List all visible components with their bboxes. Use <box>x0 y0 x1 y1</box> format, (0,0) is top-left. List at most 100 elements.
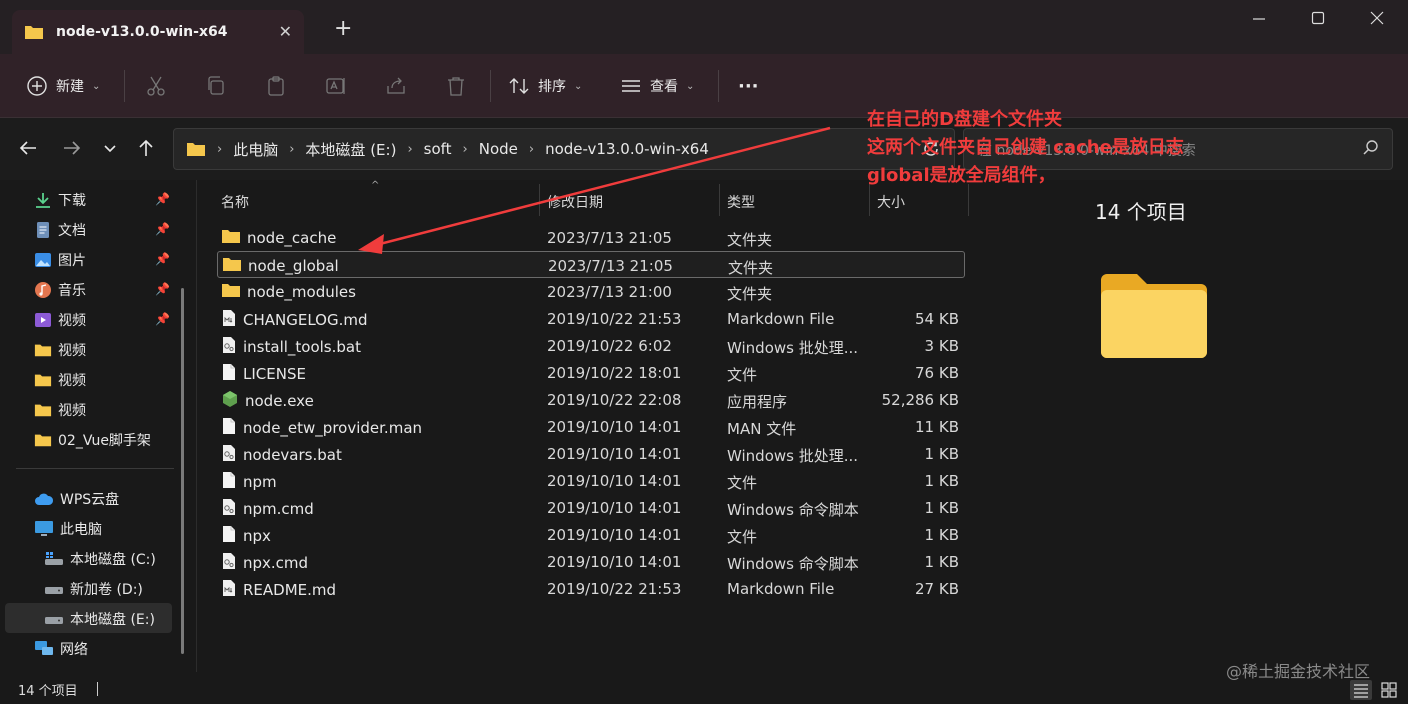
pin-icon[interactable]: 📌 <box>155 312 170 326</box>
more-button[interactable]: ··· <box>738 74 759 98</box>
column-header-type[interactable]: 类型 <box>727 192 755 212</box>
file-size: 1 KB <box>924 445 959 463</box>
file-name: node_cache <box>247 229 337 247</box>
rename-icon[interactable] <box>324 74 348 98</box>
file-name: npm.cmd <box>243 500 314 518</box>
sidebar-item-downloads[interactable]: 下载 <box>34 186 86 214</box>
minimize-icon <box>1253 18 1265 20</box>
chevron-right-icon: › <box>407 141 413 157</box>
annotation-line: global是放全局组件， <box>867 165 1056 186</box>
recent-chevron-icon[interactable] <box>102 138 118 158</box>
column-header-name[interactable]: 名称 <box>221 192 249 212</box>
sidebar-item-this-pc[interactable]: 此电脑 <box>34 515 102 543</box>
file-row-node-global[interactable]: node_global 2023/7/13 21:05 文件夹 <box>217 251 965 278</box>
sidebar-item-videos[interactable]: 视频 <box>34 306 86 334</box>
file-date: 2023/7/13 21:05 <box>548 257 673 275</box>
column-header-size[interactable]: 大小 <box>877 192 905 212</box>
folder-icon <box>25 26 43 39</box>
file-row-changelog-md[interactable]: CHANGELOG.md 2019/10/22 21:53 Markdown Fil… <box>217 305 965 332</box>
title-bar: node-v13.0.0-win-x64 ✕ + <box>0 0 1408 54</box>
separator <box>490 70 491 102</box>
sidebar-item-label: 视频 <box>58 313 86 329</box>
pin-icon[interactable]: 📌 <box>155 282 170 296</box>
minimize-button[interactable] <box>1244 10 1274 30</box>
sidebar-scrollbar[interactable] <box>181 288 184 654</box>
file-row-npm[interactable]: npm 2019/10/10 14:01 文件 1 KB <box>217 467 965 494</box>
file-row-npm-cmd[interactable]: npm.cmd 2019/10/10 14:01 Windows 命令脚本 1 KB <box>217 494 965 521</box>
sidebar-item-network[interactable]: 网络 <box>34 635 88 663</box>
sidebar-item-music[interactable]: 音乐 <box>34 276 86 304</box>
close-tab-button[interactable]: ✕ <box>279 22 292 41</box>
address-bar[interactable]: › 此电脑 › 本地磁盘 (E:) › soft › Node › node-v… <box>173 128 955 170</box>
copy-icon[interactable] <box>204 74 228 98</box>
sidebar-item-wps-cloud[interactable]: WPS云盘 <box>34 485 119 513</box>
sidebar-item-folder[interactable]: 视频 <box>34 336 86 364</box>
file-icon <box>221 363 237 385</box>
file-row-node-etw-provider-man[interactable]: node_etw_provider.man 2019/10/10 14:01 MAN… <box>217 413 965 440</box>
file-row-npx-cmd[interactable]: npx.cmd 2019/10/10 14:01 Windows 命令脚本 1 KB <box>217 548 965 575</box>
maximize-button[interactable] <box>1303 10 1333 30</box>
details-view-button[interactable] <box>1350 680 1372 700</box>
file-type: Windows 批处理... <box>727 447 859 465</box>
video-icon <box>35 313 51 327</box>
file-icon <box>221 471 237 493</box>
breadcrumb-current[interactable]: node-v13.0.0-win-x64 <box>545 140 709 158</box>
file-name-cell: LICENSE <box>221 363 306 385</box>
sidebar-item-drive-e[interactable]: 本地磁盘 (E:) <box>44 605 155 633</box>
file-name: npm <box>243 473 277 491</box>
file-row-node-modules[interactable]: node_modules 2023/7/13 21:00 文件夹 <box>217 278 965 305</box>
back-icon[interactable] <box>18 138 38 158</box>
sidebar-item-drive-c[interactable]: 本地磁盘 (C:) <box>44 545 156 573</box>
pin-icon[interactable]: 📌 <box>155 192 170 206</box>
file-row-node-exe[interactable]: node.exe 2019/10/22 22:08 应用程序 52,286 KB <box>217 386 965 413</box>
file-type: 文件夹 <box>728 259 774 277</box>
file-row-node-cache[interactable]: node_cache 2023/7/13 21:05 文件夹 <box>217 224 965 251</box>
view-button[interactable]: 查看 ⌄ <box>620 74 694 98</box>
sort-button[interactable]: 排序 ⌄ <box>508 74 582 98</box>
file-name-cell: node.exe <box>221 390 314 412</box>
separator <box>718 70 719 102</box>
paste-icon[interactable] <box>264 74 288 98</box>
file-row-npx[interactable]: npx 2019/10/10 14:01 文件 1 KB <box>217 521 965 548</box>
sidebar-item-pictures[interactable]: 图片 <box>34 246 86 274</box>
delete-icon[interactable] <box>444 74 468 98</box>
forward-icon[interactable] <box>62 138 82 158</box>
chevron-right-icon: › <box>528 141 535 157</box>
close-window-button[interactable] <box>1362 10 1392 30</box>
sidebar-item-folder[interactable]: 视频 <box>34 366 86 394</box>
file-row-readme-md[interactable]: README.md 2019/10/22 21:53 Markdown File 27… <box>217 575 965 602</box>
sort-button-label: 排序 <box>538 79 566 95</box>
up-icon[interactable] <box>136 138 156 158</box>
file-name-cell: npm <box>221 471 277 493</box>
file-size: 76 KB <box>915 364 959 382</box>
file-row-install-tools-bat[interactable]: install_tools.bat 2019/10/22 6:02 Windows … <box>217 332 965 359</box>
file-name: npx.cmd <box>243 554 309 572</box>
sidebar-item-folder[interactable]: 视频 <box>34 396 86 424</box>
search-icon <box>1363 140 1378 155</box>
file-row-license[interactable]: LICENSE 2019/10/22 18:01 文件 76 KB <box>217 359 965 386</box>
breadcrumb-this-pc[interactable]: 此电脑 <box>233 139 278 160</box>
sidebar-item-documents[interactable]: 文档 <box>34 216 86 244</box>
cut-icon[interactable] <box>144 74 168 98</box>
new-button[interactable]: 新建 ⌄ <box>26 74 100 98</box>
network-icon <box>35 641 53 655</box>
new-tab-button[interactable]: + <box>334 18 352 40</box>
sidebar-item-drive-d[interactable]: 新加卷 (D:) <box>44 575 143 603</box>
pin-icon[interactable]: 📌 <box>155 222 170 236</box>
new-button-label: 新建 <box>56 79 84 95</box>
sidebar-item-folder[interactable]: 02_Vue脚手架 <box>34 426 151 454</box>
share-icon[interactable] <box>384 74 408 98</box>
column-divider[interactable] <box>719 184 720 216</box>
column-divider[interactable] <box>539 184 540 216</box>
file-name-cell: install_tools.bat <box>221 336 361 358</box>
breadcrumb-soft[interactable]: soft <box>424 140 452 158</box>
view-icon <box>622 80 640 92</box>
tiles-view-button[interactable] <box>1378 680 1400 700</box>
tab-active[interactable]: node-v13.0.0-win-x64 ✕ <box>12 10 304 54</box>
file-row-nodevars-bat[interactable]: nodevars.bat 2019/10/10 14:01 Windows 批处理.… <box>217 440 965 467</box>
breadcrumb-drive-e[interactable]: 本地磁盘 (E:) <box>305 139 396 160</box>
drive-icon <box>45 587 63 594</box>
breadcrumb-node[interactable]: Node <box>479 140 518 158</box>
column-header-date[interactable]: 修改日期 <box>547 192 603 212</box>
pin-icon[interactable]: 📌 <box>155 252 170 266</box>
